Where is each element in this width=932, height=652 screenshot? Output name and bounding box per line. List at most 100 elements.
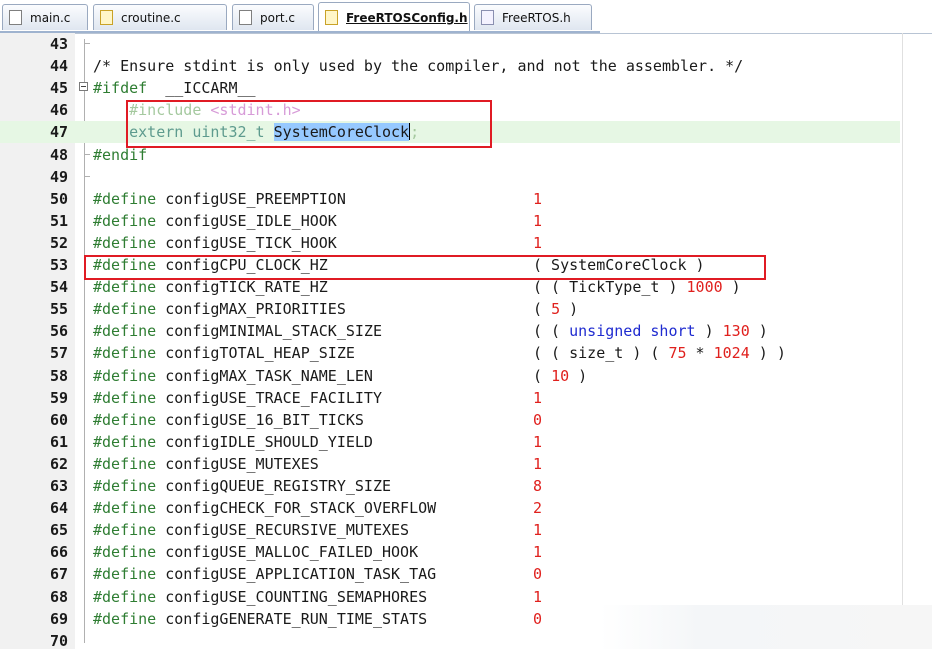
macro-name: configUSE_TICK_HOOK — [165, 233, 337, 252]
code-text: #define configTOTAL_HEAP_SIZE ( ( size_t … — [93, 342, 786, 364]
code-text: #define configMAX_TASK_NAME_LEN ( 10 ) — [93, 365, 587, 387]
header-file-icon — [325, 10, 338, 25]
code-line[interactable]: 64 #define configCHECK_FOR_STACK_OVERFLOW… — [0, 497, 900, 519]
macro-name: configMINIMAL_STACK_SIZE — [165, 322, 382, 341]
code-text: /* Ensure stdint is only used by the com… — [93, 55, 743, 77]
define-keyword: #define — [93, 189, 157, 208]
code-editor[interactable]: 43 44 /* Ensure stdint is only used by the… — [0, 33, 932, 650]
highlight-box-cpu-clock — [84, 255, 766, 280]
macro-value: 0 — [533, 609, 543, 628]
macro-name: configGENERATE_RUN_TIME_STATS — [165, 609, 428, 628]
define-keyword: #define — [93, 521, 157, 540]
code-line[interactable]: 59 #define configUSE_TRACE_FACILITY 1 — [0, 387, 900, 409]
line-number: 60 — [49, 410, 68, 429]
code-line[interactable]: 61 #define configIDLE_SHOULD_YIELD 1 — [0, 431, 900, 453]
code-text: #define configQUEUE_REGISTRY_SIZE 8 — [93, 475, 542, 497]
line-number: 54 — [49, 278, 68, 297]
macro-name: configTOTAL_HEAP_SIZE — [165, 344, 355, 363]
highlight-box-include — [126, 100, 492, 148]
line-number: 50 — [49, 189, 68, 208]
code-line[interactable]: 57 #define configTOTAL_HEAP_SIZE ( ( size_… — [0, 342, 900, 364]
code-text: #define configUSE_16_BIT_TICKS 0 — [93, 409, 542, 431]
code-line[interactable]: 56 #define configMINIMAL_STACK_SIZE ( ( un… — [0, 320, 900, 342]
code-text: #define configUSE_IDLE_HOOK 1 — [93, 210, 542, 232]
code-text: #define configUSE_PREEMPTION 1 — [93, 188, 542, 210]
tab-label: FreeRTOS.h — [502, 10, 571, 25]
code-line[interactable]: 55 #define configMAX_PRIORITIES ( 5 ) — [0, 298, 900, 320]
c-file-icon — [9, 10, 22, 25]
macro-value: 1 — [533, 587, 543, 606]
fold-end-marker — [84, 153, 90, 155]
define-keyword: #define — [93, 454, 157, 473]
tab-freertos-h[interactable]: FreeRTOS.h — [474, 4, 592, 30]
code-line[interactable]: 62 #define configUSE_MUTEXES 1 — [0, 453, 900, 475]
line-number: 66 — [49, 543, 68, 562]
line-number: 56 — [49, 322, 68, 341]
code-line[interactable]: 45 #ifdef __ICCARM__ — [0, 77, 900, 99]
code-text: #define configMINIMAL_STACK_SIZE ( ( unsi… — [93, 320, 768, 342]
code-line[interactable]: 49 — [0, 166, 900, 188]
macro-value: 1 — [533, 432, 543, 451]
code-text: #define configUSE_MALLOC_FAILED_HOOK 1 — [93, 541, 542, 563]
code-line[interactable]: 50 #define configUSE_PREEMPTION 1 — [0, 188, 900, 210]
macro-value: ( ( size_t ) ( 75 * 1024 ) ) — [533, 344, 786, 363]
line-number: 46 — [49, 101, 68, 120]
define-keyword: #define — [93, 499, 157, 518]
macro-name: configUSE_IDLE_HOOK — [165, 211, 337, 230]
line-number: 44 — [49, 57, 68, 76]
code-line[interactable]: 44 /* Ensure stdint is only used by the c… — [0, 55, 900, 77]
define-keyword: #define — [93, 477, 157, 495]
line-number: 51 — [49, 211, 68, 230]
define-keyword: #define — [93, 322, 157, 341]
define-keyword: #define — [93, 543, 157, 562]
define-keyword: #define — [93, 366, 157, 385]
code-line[interactable]: 67 #define configUSE_APPLICATION_TASK_TAG… — [0, 563, 900, 585]
code-line[interactable]: 65 #define configUSE_RECURSIVE_MUTEXES 1 — [0, 519, 900, 541]
macro-value: 1 — [533, 454, 543, 473]
code-text: #define configMAX_PRIORITIES ( 5 ) — [93, 298, 578, 320]
tab-main-c[interactable]: main.c — [2, 4, 88, 30]
code-line[interactable]: 43 — [0, 33, 900, 55]
define-keyword: #define — [93, 388, 157, 407]
macro-name: configUSE_PREEMPTION — [165, 189, 346, 208]
macro-value: ( 5 ) — [533, 300, 579, 319]
code-line[interactable]: 58 #define configMAX_TASK_NAME_LEN ( 10 ) — [0, 365, 900, 387]
code-line[interactable]: 66 #define configUSE_MALLOC_FAILED_HOOK 1 — [0, 541, 900, 563]
code-text: #define configUSE_TRACE_FACILITY 1 — [93, 387, 542, 409]
line-number: 48 — [49, 145, 68, 164]
macro-value: 2 — [533, 499, 543, 518]
tab-label: FreeRTOSConfig.h — [346, 10, 468, 25]
define-keyword: #define — [93, 432, 157, 451]
code-line[interactable]: 51 #define configUSE_IDLE_HOOK 1 — [0, 210, 900, 232]
line-number: 69 — [49, 609, 68, 628]
fold-toggle-icon[interactable] — [79, 82, 88, 92]
macro-value: ( ( unsigned short ) 130 ) — [533, 322, 768, 341]
macro-name: configUSE_MALLOC_FAILED_HOOK — [165, 543, 419, 562]
macro-value: 1 — [533, 189, 543, 208]
macro-name: configUSE_APPLICATION_TASK_TAG — [165, 565, 437, 584]
line-number: 65 — [49, 521, 68, 540]
macro-name: configIDLE_SHOULD_YIELD — [165, 432, 373, 451]
c-file-icon — [239, 10, 252, 25]
code-line[interactable]: 52 #define configUSE_TICK_HOOK 1 — [0, 232, 900, 254]
tab-freertosconfig-h[interactable]: FreeRTOSConfig.h — [318, 2, 470, 32]
code-text: #define configIDLE_SHOULD_YIELD 1 — [93, 431, 542, 453]
line-number: 70 — [49, 631, 68, 650]
code-line[interactable]: 63 #define configQUEUE_REGISTRY_SIZE 8 — [0, 475, 900, 497]
macro-name: configUSE_TRACE_FACILITY — [165, 388, 382, 407]
line-number: 45 — [49, 79, 68, 98]
line-number: 68 — [49, 587, 68, 606]
macro-value: 1 — [533, 543, 543, 562]
code-line[interactable]: 60 #define configUSE_16_BIT_TICKS 0 — [0, 409, 900, 431]
fold-end-marker — [84, 175, 90, 177]
code-text: #define configUSE_MUTEXES 1 — [93, 453, 542, 475]
define-keyword: #define — [93, 233, 157, 252]
editor-right-edge — [902, 33, 903, 649]
tab-croutine-c[interactable]: croutine.c — [93, 4, 227, 30]
macro-name: configUSE_MUTEXES — [165, 454, 319, 473]
macro-name: configMAX_TASK_NAME_LEN — [165, 366, 373, 385]
tab-port-c[interactable]: port.c — [232, 4, 314, 30]
header-file-icon — [481, 10, 494, 25]
macro-name: __ICCARM__ — [147, 79, 256, 98]
line-number: 53 — [49, 256, 68, 274]
